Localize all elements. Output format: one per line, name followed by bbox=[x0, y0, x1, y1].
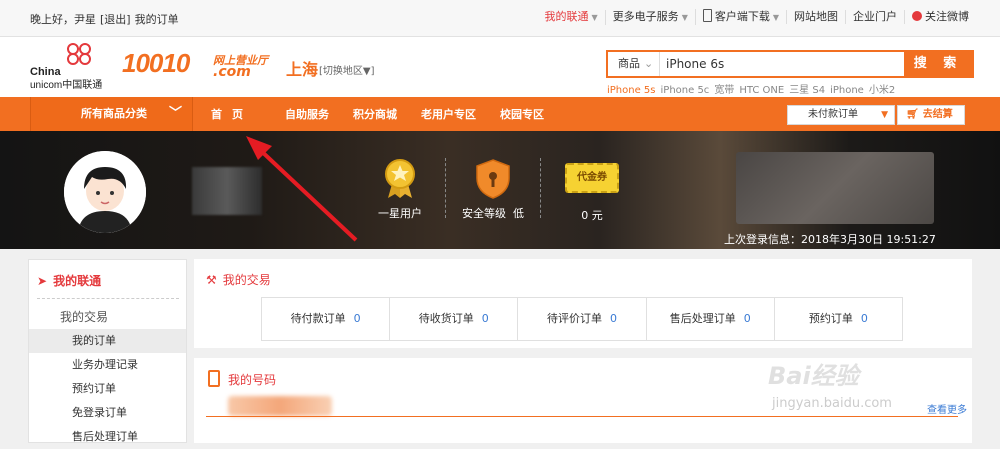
search-category-select[interactable]: 商品 ⌄ bbox=[608, 52, 660, 76]
nav-item-campus[interactable]: 校园专区 bbox=[500, 106, 544, 122]
more-services-link[interactable]: 更多电子服务 ▼ bbox=[604, 9, 695, 25]
weibo-icon bbox=[912, 11, 922, 21]
user-avatar-icon bbox=[64, 151, 146, 233]
coupon-value: 0 元 bbox=[581, 209, 603, 222]
sidebar: ➤ 我的联通 我的交易 我的订单 业务办理记录 预约订单 免登录订单 售后处理订单 bbox=[28, 259, 187, 443]
top-links: 我的联通 ▼ 更多电子服务 ▼ 客户端下载 ▼ 网站地图 企业门户 关注微博 bbox=[538, 9, 976, 25]
order-status-tabs: 待付款订单 0 待收货订单 0 待评价订单 0 售后处理订单 0 预约订单 0 bbox=[261, 297, 903, 341]
hot-word[interactable]: 三星 S4 bbox=[789, 85, 825, 96]
baidu-watermark: Bai经验 bbox=[768, 362, 859, 390]
checkout-button[interactable]: 🛒︎ 去结算 bbox=[897, 105, 965, 125]
hot-word[interactable]: iPhone bbox=[830, 85, 864, 96]
my-numbers-title: 我的号码 bbox=[208, 370, 276, 388]
chevron-down-icon: ▼ bbox=[772, 13, 779, 22]
user-level-label: 一星用户 bbox=[378, 207, 422, 220]
enterprise-link[interactable]: 企业门户 bbox=[845, 10, 904, 24]
client-download-link[interactable]: 客户端下载 ▼ bbox=[694, 9, 786, 25]
nav-items: 首页 自助服务 积分商城 老用户专区 校园专区 bbox=[211, 97, 568, 131]
tab-reservations[interactable]: 预约订单 0 bbox=[773, 298, 902, 340]
tab-pending-receipt[interactable]: 待收货订单 0 bbox=[389, 298, 517, 340]
avatar[interactable] bbox=[64, 151, 146, 233]
greeting-area: 晚上好，尹星 [退出] 我的订单 bbox=[30, 11, 183, 27]
phone-icon bbox=[702, 9, 712, 22]
nav-item-points-mall[interactable]: 积分商城 bbox=[353, 106, 397, 122]
sidebar-section-title: 我的交易 bbox=[60, 310, 109, 324]
hot-word[interactable]: 宽带 bbox=[714, 85, 734, 96]
sitemap-link[interactable]: 网站地图 bbox=[786, 10, 845, 24]
last-login-info: 上次登录信息：2018年3月30日 19:51:27 bbox=[724, 233, 936, 246]
greeting-text: 晚上好，尹星 bbox=[30, 13, 96, 26]
weibo-link[interactable]: 关注微博 bbox=[904, 10, 976, 24]
sidebar-item-service-records[interactable]: 业务办理记录 bbox=[29, 353, 186, 377]
blurred-banner-image bbox=[736, 152, 934, 224]
banner-divider bbox=[445, 158, 447, 218]
logout-link[interactable]: [退出] bbox=[100, 13, 131, 26]
my-unicom-link[interactable]: 我的联通 ▼ bbox=[538, 10, 605, 25]
chevron-down-icon: ⌄ bbox=[644, 57, 654, 70]
top-bar: 晚上好，尹星 [退出] 我的订单 我的联通 ▼ 更多电子服务 ▼ 客户端下载 ▼ 网站地图… bbox=[0, 0, 1000, 37]
banner-divider bbox=[540, 158, 542, 218]
all-categories-menu[interactable]: 所有商品分类 ﹀ bbox=[30, 97, 193, 131]
chevron-down-icon: ▼ bbox=[681, 12, 688, 22]
coupon-ticket-icon: 代金券 bbox=[565, 163, 619, 193]
shield-lock-icon bbox=[476, 159, 510, 199]
unpaid-orders-select[interactable]: 未付款订单 ▼ bbox=[787, 105, 895, 125]
search-box: 商品⌄ 搜 索 bbox=[606, 50, 974, 78]
switch-region-link[interactable]: [切换地区▼] bbox=[319, 62, 375, 77]
brand-com: .com bbox=[213, 64, 251, 80]
blurred-phone-number bbox=[228, 396, 332, 416]
chevron-down-icon: ﹀ bbox=[168, 106, 182, 121]
tab-after-sales[interactable]: 售后处理订单 0 bbox=[645, 298, 774, 340]
my-orders-link[interactable]: 我的订单 bbox=[135, 13, 179, 26]
view-more-link[interactable]: 查看更多 bbox=[927, 401, 967, 416]
chevron-down-icon: ▼ bbox=[591, 12, 598, 22]
triangle-down-icon: ▼ bbox=[881, 110, 888, 120]
hot-word[interactable]: 小米2 bbox=[869, 85, 895, 96]
transactions-panel: ⚒ 我的交易 待付款订单 0 待收货订单 0 待评价订单 0 售后处理订单 0 预约订单 0 bbox=[194, 259, 972, 348]
divider-line bbox=[206, 416, 958, 417]
hammer-icon: ⚒ bbox=[206, 273, 217, 287]
blurred-username bbox=[192, 167, 262, 215]
user-level-badge[interactable]: 一星用户 bbox=[372, 158, 428, 221]
baidu-watermark-url: jingyan.baidu.com bbox=[772, 396, 892, 411]
nav-item-old-users[interactable]: 老用户专区 bbox=[421, 106, 476, 122]
current-city: 上海 bbox=[286, 60, 319, 79]
coupon-badge[interactable]: 代金券 0 元 bbox=[561, 163, 623, 223]
unicom-knot-icon bbox=[67, 43, 91, 65]
security-level-badge[interactable]: 安全等级 低 bbox=[457, 158, 529, 221]
sidebar-menu: 我的订单 业务办理记录 预约订单 免登录订单 售后处理订单 bbox=[29, 329, 186, 449]
logo-text-unicom: unicom中国联通 bbox=[30, 80, 103, 91]
search-button[interactable]: 搜 索 bbox=[904, 52, 972, 76]
gold-medal-icon bbox=[385, 159, 415, 198]
mobile-icon bbox=[208, 370, 220, 387]
hot-word[interactable]: iPhone 5c bbox=[661, 85, 710, 96]
sidebar-item-after-sales-orders[interactable]: 售后处理订单 bbox=[29, 425, 186, 449]
tab-pending-payment[interactable]: 待付款订单 0 bbox=[262, 298, 389, 340]
hot-word[interactable]: iPhone 5s bbox=[607, 85, 656, 96]
hot-search-words: iPhone 5s iPhone 5c 宽带 HTC ONE 三星 S4 iPhone 小米… bbox=[607, 81, 900, 96]
main-nav: 所有商品分类 ﹀ 首页 自助服务 积分商城 老用户专区 校园专区 未付款订单 ▼… bbox=[0, 97, 1000, 131]
sidebar-item-no-login-orders[interactable]: 免登录订单 bbox=[29, 401, 186, 425]
transactions-title: ⚒ 我的交易 bbox=[206, 273, 271, 287]
cart-icon: 🛒︎ bbox=[906, 109, 919, 120]
arrow-right-icon: ➤ bbox=[37, 274, 48, 288]
security-level-label: 安全等级 低 bbox=[462, 207, 524, 220]
sidebar-item-reserved-orders[interactable]: 预约订单 bbox=[29, 377, 186, 401]
search-input[interactable] bbox=[666, 54, 896, 74]
tab-pending-review[interactable]: 待评价订单 0 bbox=[517, 298, 645, 340]
hot-word[interactable]: HTC ONE bbox=[739, 85, 784, 96]
brand-10010: 10010 bbox=[122, 48, 190, 78]
nav-item-home[interactable]: 首页 bbox=[211, 106, 253, 122]
sidebar-title[interactable]: ➤ 我的联通 bbox=[37, 272, 179, 299]
sidebar-item-my-orders[interactable]: 我的订单 bbox=[29, 329, 186, 353]
nav-item-self-service[interactable]: 自助服务 bbox=[285, 106, 329, 122]
unicom-logo[interactable]: China unicom中国联通 bbox=[30, 42, 122, 91]
